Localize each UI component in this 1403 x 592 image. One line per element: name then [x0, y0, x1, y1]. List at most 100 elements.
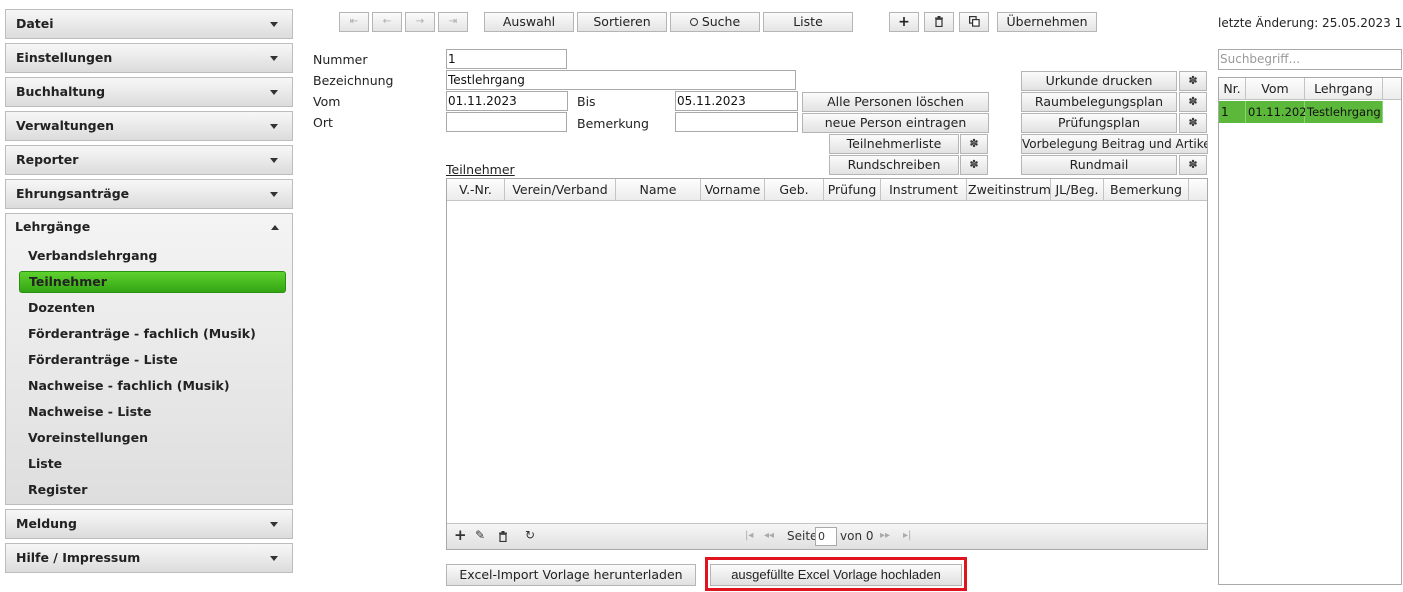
chevron-down-icon: [270, 158, 278, 163]
sidebar-section-hilfe[interactable]: Hilfe / Impressum: [5, 543, 293, 573]
col-geb[interactable]: Geb.: [765, 179, 824, 201]
sidebar-section-ehrungsantraege[interactable]: Ehrungsanträge: [5, 179, 293, 209]
sidebar-item-teilnehmer[interactable]: Teilnehmer: [19, 271, 286, 293]
chevron-down-icon: [270, 192, 278, 197]
liste-button[interactable]: Liste: [763, 12, 853, 32]
excel-template-upload-button[interactable]: ausgefüllte Excel Vorlage hochladen: [710, 564, 962, 586]
sidebar-section-datei[interactable]: Datei: [5, 9, 293, 39]
chevron-down-icon: [270, 90, 278, 95]
sidebar-section-label: Einstellungen: [16, 50, 113, 65]
col-lehrgang[interactable]: Lehrgang: [1305, 78, 1383, 100]
gear-icon: ✽: [1188, 95, 1198, 108]
gear-icon: ✽: [1188, 158, 1198, 171]
urkunde-settings-button[interactable]: ✽: [1179, 71, 1207, 91]
ort-label: Ort: [313, 115, 333, 130]
first-page-icon[interactable]: |◂: [745, 530, 753, 541]
prev-record-button[interactable]: ←: [372, 12, 402, 32]
nummer-field[interactable]: 1: [446, 49, 567, 69]
sidebar-section-einstellungen[interactable]: Einstellungen: [5, 43, 293, 73]
vom-label: Vom: [313, 94, 341, 109]
last-record-button[interactable]: ⇥: [438, 12, 468, 32]
raumbelegung-settings-button[interactable]: ✽: [1179, 92, 1207, 112]
sidebar-item-nachweise-liste[interactable]: Nachweise - Liste: [19, 401, 286, 423]
sidebar-item-verbandslehrgang[interactable]: Verbandslehrgang: [19, 245, 286, 267]
chevron-down-icon: [270, 22, 278, 27]
col-jlbeg[interactable]: JL/Beg.: [1051, 179, 1104, 201]
first-record-button[interactable]: ⇤: [339, 12, 369, 32]
neue-person-eintragen-button[interactable]: neue Person eintragen: [802, 113, 989, 133]
bezeichnung-field[interactable]: Testlehrgang: [446, 70, 796, 90]
sidebar-section-label: Verwaltungen: [16, 118, 114, 133]
search-input[interactable]: Suchbegriff...: [1218, 49, 1402, 70]
uebernehmen-button[interactable]: Übernehmen: [997, 12, 1097, 32]
sidebar-section-reporter[interactable]: Reporter: [5, 145, 293, 175]
rundmail-settings-button[interactable]: ✽: [1179, 155, 1207, 175]
bis-field[interactable]: 05.11.2023: [675, 91, 798, 111]
sidebar-section-label: Datei: [16, 16, 54, 31]
sidebar-section-verwaltungen[interactable]: Verwaltungen: [5, 111, 293, 141]
sidebar-item-foerderantraege-fachlich[interactable]: Förderanträge - fachlich (Musik): [19, 323, 286, 345]
gear-icon: ✽: [969, 158, 979, 171]
teilnehmerliste-settings-button[interactable]: ✽: [960, 134, 988, 154]
teilnehmer-title: Teilnehmer: [446, 162, 515, 177]
add-row-icon[interactable]: +: [454, 526, 467, 544]
page-number-input[interactable]: 0: [815, 527, 837, 546]
sidebar-item-register[interactable]: Register: [19, 479, 286, 501]
col-vom[interactable]: Vom: [1246, 78, 1305, 100]
vom-field[interactable]: 01.11.2023: [446, 91, 568, 111]
col-pruefung[interactable]: Prüfung: [824, 179, 881, 201]
trash-icon[interactable]: [498, 531, 508, 545]
auswahl-button[interactable]: Auswahl: [484, 12, 574, 32]
col-instrument[interactable]: Instrument: [881, 179, 967, 201]
add-button[interactable]: +: [889, 12, 919, 32]
next-page-icon[interactable]: ▸▸: [880, 530, 890, 541]
col-bemerkung[interactable]: Bemerkung: [1104, 179, 1189, 201]
copy-icon: [968, 16, 980, 27]
sidebar-item-dozenten[interactable]: Dozenten: [19, 297, 286, 319]
prev-page-icon[interactable]: ◂◂: [764, 530, 774, 541]
suche-label: Suche: [701, 14, 741, 29]
col-nr[interactable]: Nr.: [1219, 78, 1246, 100]
nummer-label: Nummer: [313, 52, 368, 67]
col-name[interactable]: Name: [616, 179, 701, 201]
teilnehmerliste-button[interactable]: Teilnehmerliste: [829, 134, 959, 154]
rundschreiben-settings-button[interactable]: ✽: [960, 155, 988, 175]
col-vnr[interactable]: V.-Nr.: [447, 179, 505, 201]
col-zweitinstrument[interactable]: Zweitinstrument: [967, 179, 1051, 201]
rundmail-button[interactable]: Rundmail: [1021, 155, 1177, 175]
sidebar-section-meldung[interactable]: Meldung: [5, 509, 293, 539]
sidebar-section-label: Lehrgänge: [15, 219, 91, 234]
list-cell-lehrgang[interactable]: Testlehrgang: [1305, 101, 1383, 123]
sortieren-button[interactable]: Sortieren: [577, 12, 667, 32]
raumbelegungsplan-button[interactable]: Raumbelegungsplan: [1021, 92, 1177, 112]
bemerkung-field[interactable]: [675, 112, 798, 132]
sidebar-item-voreinstellungen[interactable]: Voreinstellungen: [19, 427, 286, 449]
sidebar-item-nachweise-fachlich[interactable]: Nachweise - fachlich (Musik): [19, 375, 286, 397]
ort-field[interactable]: [446, 112, 567, 132]
edit-icon[interactable]: ✎: [475, 528, 485, 542]
list-cell-nr[interactable]: 1: [1219, 101, 1246, 123]
col-spacer: [1383, 78, 1401, 100]
refresh-icon[interactable]: ↻: [525, 528, 535, 542]
copy-button[interactable]: [959, 12, 989, 32]
rundschreiben-button[interactable]: Rundschreiben: [829, 155, 959, 175]
last-page-icon[interactable]: ▸|: [903, 530, 911, 541]
excel-template-download-button[interactable]: Excel-Import Vorlage herunterladen: [446, 564, 696, 586]
col-verein[interactable]: Verein/Verband: [505, 179, 616, 201]
vorbelegung-button[interactable]: Vorbelegung Beitrag und Artikel: [1021, 134, 1208, 154]
urkunde-drucken-button[interactable]: Urkunde drucken: [1021, 71, 1177, 91]
next-record-button[interactable]: →: [405, 12, 435, 32]
pruefungsplan-settings-button[interactable]: ✽: [1179, 113, 1207, 133]
sidebar-item-liste[interactable]: Liste: [19, 453, 286, 475]
sidebar-section-buchhaltung[interactable]: Buchhaltung: [5, 77, 293, 107]
delete-button[interactable]: [924, 12, 954, 32]
list-cell-vom[interactable]: 01.11.2023: [1246, 101, 1314, 123]
pruefungsplan-button[interactable]: Prüfungsplan: [1021, 113, 1177, 133]
bis-label: Bis: [577, 94, 596, 109]
sidebar-section-lehrgaenge[interactable]: Lehrgänge: [5, 213, 293, 243]
chevron-down-icon: [270, 124, 278, 129]
suche-button[interactable]: Suche: [670, 12, 760, 32]
sidebar-item-foerderantraege-liste[interactable]: Förderanträge - Liste: [19, 349, 286, 371]
col-vorname[interactable]: Vorname: [701, 179, 765, 201]
alle-personen-loeschen-button[interactable]: Alle Personen löschen: [802, 92, 989, 112]
